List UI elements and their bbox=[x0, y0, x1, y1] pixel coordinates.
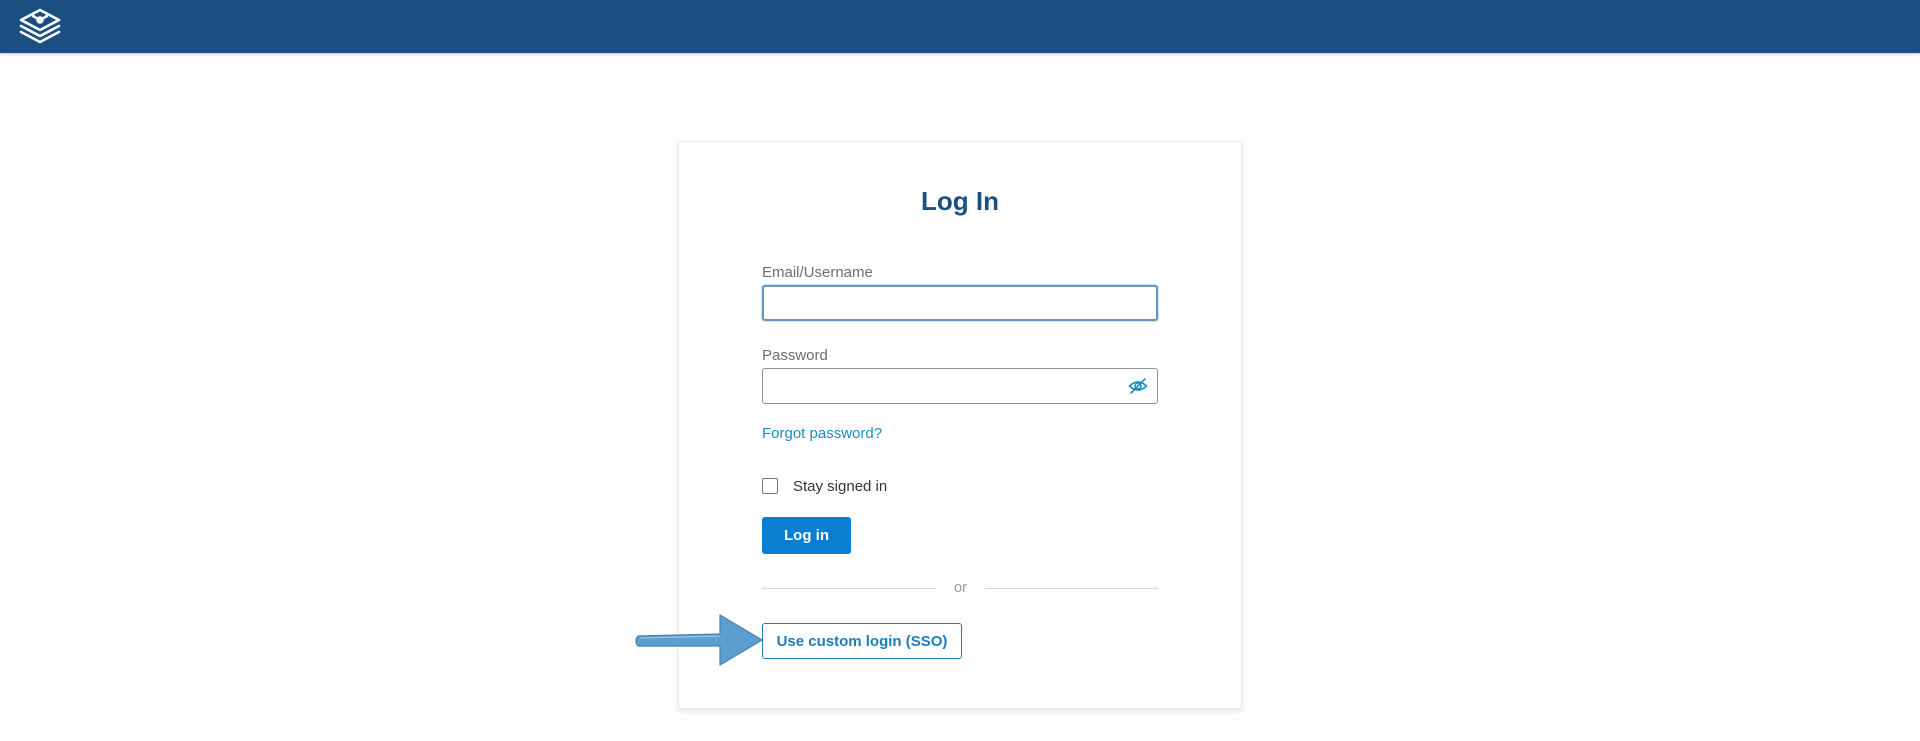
callout-arrow-icon bbox=[635, 614, 763, 666]
divider-or-text: or bbox=[953, 579, 968, 596]
stay-signed-in-checkbox[interactable] bbox=[762, 478, 778, 494]
stay-signed-in-label[interactable]: Stay signed in bbox=[793, 478, 887, 495]
page-title: Log In bbox=[921, 186, 999, 216]
password-label: Password bbox=[762, 347, 828, 364]
eye-slash-icon[interactable] bbox=[1128, 377, 1148, 395]
email-input[interactable] bbox=[762, 285, 1158, 321]
sso-login-button[interactable]: Use custom login (SSO) bbox=[762, 623, 962, 659]
password-input[interactable] bbox=[762, 368, 1158, 404]
login-button[interactable]: Log in bbox=[762, 517, 851, 554]
divider-right bbox=[985, 588, 1158, 589]
layers-logo-icon[interactable] bbox=[16, 7, 64, 45]
top-bar bbox=[0, 0, 1920, 53]
divider-left bbox=[762, 588, 936, 589]
forgot-password-link[interactable]: Forgot password? bbox=[762, 425, 882, 442]
email-label: Email/Username bbox=[762, 264, 873, 281]
